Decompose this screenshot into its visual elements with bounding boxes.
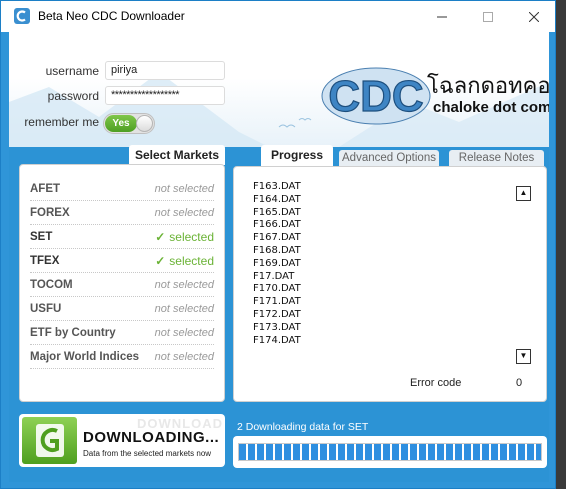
file-list-item: F163.DAT: [253, 181, 301, 192]
remember-me-toggle[interactable]: Yes: [103, 113, 155, 134]
scroll-down-button[interactable]: ▼: [516, 349, 531, 364]
username-label: username: [45, 64, 99, 78]
tab-progress[interactable]: Progress: [261, 145, 333, 166]
market-status: not selected: [155, 303, 214, 315]
market-row[interactable]: FOREX not selected: [30, 201, 214, 225]
file-list-item: F169.DAT: [253, 257, 301, 269]
error-code-value: 0: [516, 377, 523, 389]
market-row[interactable]: AFET not selected: [30, 177, 214, 201]
market-status: not selected: [155, 207, 214, 219]
download-status-text: 2 Downloading data for SET: [237, 421, 369, 433]
file-list-item: F170.DAT: [253, 283, 301, 295]
file-list-item: F172.DAT: [253, 308, 301, 320]
market-row[interactable]: TFEX ✓ selected: [30, 249, 214, 273]
tab-release-notes[interactable]: Release Notes: [449, 150, 544, 166]
downloaded-file-list[interactable]: F163.DAT F164.DAT F165.DAT F166.DAT F167.DAT…: [253, 181, 493, 357]
file-list-item: F17.DAT: [253, 270, 295, 282]
file-list-item: F165.DAT: [253, 206, 301, 218]
market-status: not selected: [155, 183, 214, 195]
maximize-button[interactable]: [465, 1, 511, 32]
title-bar: Beta Neo CDC Downloader: [1, 1, 555, 32]
client-area: username piriya password ***************…: [9, 32, 549, 482]
download-button[interactable]: DOWNLOAD DOWNLOADING... Data from the se…: [19, 414, 225, 467]
file-list-item: F166.DAT: [253, 219, 301, 231]
market-name: SET: [30, 230, 53, 243]
market-status-text: not selected: [154, 182, 214, 195]
file-list-item: F173.DAT: [253, 321, 301, 333]
market-status-text: not selected: [154, 326, 214, 339]
market-name: Major World Indices: [30, 350, 140, 363]
market-name: AFET: [30, 182, 61, 195]
login-header-panel: username piriya password ***************…: [9, 32, 549, 147]
market-status: not selected: [155, 327, 214, 339]
market-status-text: not selected: [154, 350, 214, 363]
download-refresh-icon: [22, 417, 77, 464]
markets-list: AFET not selected FOREX not selected SET ✓ sel…: [19, 164, 225, 402]
file-list-item: F174.DAT: [253, 334, 301, 346]
minimize-icon: [437, 16, 447, 17]
app-window: Beta Neo CDC Downloader username piriya …: [0, 0, 556, 489]
market-status-text: selected: [169, 253, 214, 268]
market-status: not selected: [155, 279, 214, 291]
password-input[interactable]: ******************: [105, 86, 225, 105]
market-status-text: not selected: [154, 302, 214, 315]
password-label: password: [47, 89, 99, 103]
market-name: TFEX: [30, 254, 60, 267]
error-code-label: Error code: [410, 377, 462, 389]
market-row[interactable]: USFU not selected: [30, 297, 214, 321]
download-subtitle: Data from the selected markets now: [83, 449, 212, 458]
market-row[interactable]: TOCOM not selected: [30, 273, 214, 297]
username-input[interactable]: piriya: [105, 61, 225, 80]
market-status-text: selected: [169, 229, 214, 244]
market-name: USFU: [30, 302, 62, 315]
tab-select-markets[interactable]: Select Markets: [129, 145, 225, 165]
close-button[interactable]: [511, 1, 557, 32]
market-name: ETF by Country: [30, 326, 116, 339]
progress-track: [238, 443, 542, 461]
logo-subtitle: chaloke dot com: [433, 99, 549, 116]
toggle-knob: [136, 115, 153, 132]
progress-panel: F163.DAT F164.DAT F165.DAT F166.DAT F167.DAT…: [233, 166, 547, 402]
minimize-button[interactable]: [419, 1, 465, 32]
chaloke-logo: CDC โฉลกดอทคอม chaloke dot com: [321, 66, 549, 126]
cdc-logo-letters: CDC: [328, 72, 423, 121]
maximize-icon: [483, 11, 493, 22]
download-title: DOWNLOADING...: [83, 429, 220, 446]
download-progress-bar: [233, 436, 547, 468]
scroll-up-button[interactable]: ▲: [516, 186, 531, 201]
file-list-item: F164.DAT: [253, 193, 301, 205]
logo-thai-text: โฉลกดอทคอม: [427, 74, 549, 99]
check-icon: ✓: [155, 253, 166, 268]
market-row[interactable]: SET ✓ selected: [30, 225, 214, 249]
market-status-text: not selected: [154, 206, 214, 219]
file-list-item: F171.DAT: [253, 296, 301, 308]
market-name: FOREX: [30, 206, 70, 219]
file-list-item: F168.DAT: [253, 244, 301, 256]
file-list-item: F167.DAT: [253, 232, 301, 244]
close-icon: [529, 11, 539, 22]
market-status: ✓ selected: [155, 254, 214, 268]
toggle-yes-label: Yes: [105, 115, 137, 132]
remember-me-label: remember me: [24, 115, 99, 129]
market-row[interactable]: ETF by Country not selected: [30, 321, 214, 345]
market-status: ✓ selected: [155, 230, 214, 244]
cdc-app-icon: [14, 8, 30, 24]
market-status: not selected: [155, 351, 214, 363]
market-row[interactable]: Major World Indices not selected: [30, 345, 214, 369]
window-title: Beta Neo CDC Downloader: [38, 9, 185, 23]
progress-fill: [239, 444, 541, 460]
check-icon: ✓: [155, 229, 166, 244]
cdc-logo-mark: CDC: [321, 67, 431, 125]
market-name: TOCOM: [30, 278, 73, 291]
tab-advanced-options[interactable]: Advanced Options: [339, 150, 439, 166]
market-status-text: not selected: [154, 278, 214, 291]
